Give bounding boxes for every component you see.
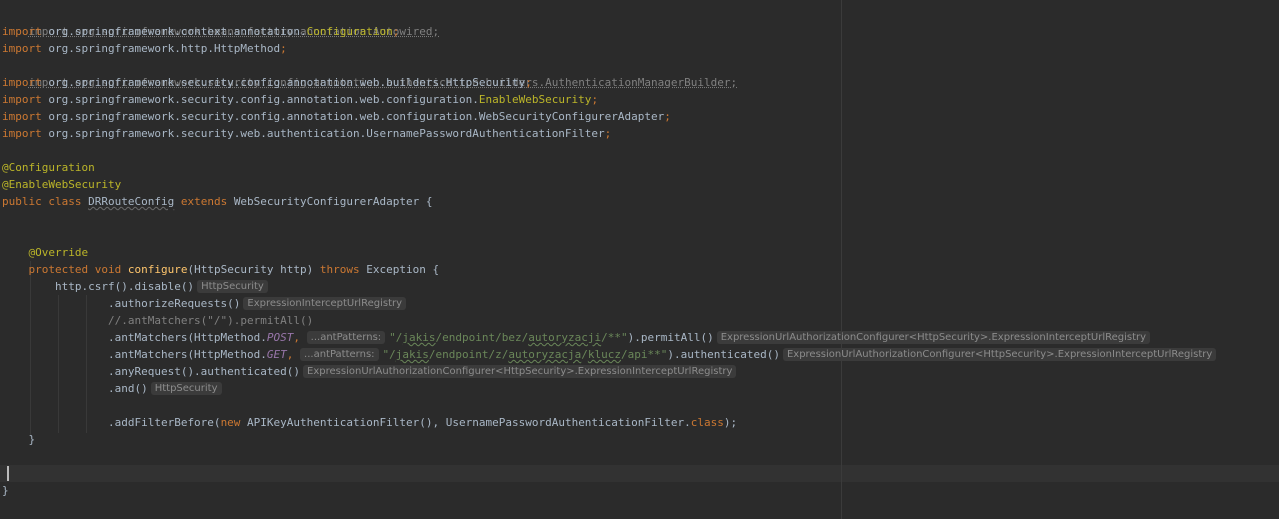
method-name[interactable]: configure (128, 263, 188, 276)
add-filter-call: .addFilterBefore( (107, 416, 221, 429)
csrf-call: http.csrf().disable() (54, 280, 195, 293)
keyword-import: import (2, 127, 42, 140)
code-line-post-matcher[interactable]: .antMatchers(HttpMethod.POST, ...antPatt… (2, 329, 1153, 346)
method-params: (HttpSecurity http) (187, 263, 314, 276)
type-hint: ExpressionUrlAuthorizationConfigurer<Htt… (782, 348, 1217, 361)
annotation-configuration: @Configuration (2, 161, 95, 174)
type-hint: ExpressionUrlAuthorizationConfigurer<Htt… (303, 365, 737, 378)
semicolon: ; (604, 127, 612, 140)
import-path: org.springframework.context.annotation. (48, 25, 307, 38)
type-hint: HttpSecurity (150, 382, 222, 395)
code-line-import[interactable]: import org.springframework.security.conf… (2, 108, 671, 125)
filter-args: APIKeyAuthenticationFilter(), UsernamePa… (240, 416, 691, 429)
keyword-import: import (2, 76, 42, 89)
keyword-throws: throws (319, 263, 360, 276)
import-path: org.springframework.security.config.anno… (48, 76, 526, 89)
import-path: org.springframework.security.config.anno… (48, 110, 665, 123)
text-cursor (7, 466, 9, 481)
method-modifiers: protected void (28, 263, 122, 276)
right-margin-guide (841, 0, 842, 519)
line-comment: //.antMatchers("/").permitAll() (107, 314, 314, 327)
type-hint: ExpressionInterceptUrlRegistry (243, 297, 407, 310)
call-close: ); (723, 416, 738, 429)
code-line-import[interactable]: import org.springframework.http.HttpMeth… (2, 40, 287, 57)
class-modifiers: public class (2, 195, 82, 208)
semicolon: ; (664, 110, 671, 123)
type-hint: HttpSecurity (197, 280, 268, 293)
code-line-comment[interactable]: //.antMatchers("/").permitAll() (2, 312, 313, 329)
semicolon: ; (392, 25, 400, 38)
keyword-import: import (2, 110, 42, 123)
code-line-get-matcher[interactable]: .antMatchers(HttpMethod.GET, ...antPatte… (2, 346, 1219, 363)
type-hint: ExpressionUrlAuthorizationConfigurer<Htt… (716, 331, 1151, 344)
keyword-import: import (2, 93, 42, 106)
code-line-and[interactable]: .and() HttpSecurity (2, 380, 225, 397)
code-line-override[interactable]: @Override (2, 244, 89, 261)
code-line-csrf[interactable]: http.csrf().disable() HttpSecurity (2, 278, 271, 295)
authorize-call: .authorizeRequests() (107, 297, 241, 310)
exception-type: Exception { (366, 263, 440, 276)
import-path: org.springframework.security.config.anno… (48, 93, 479, 106)
authenticated-call: ).authenticated() (667, 348, 780, 361)
code-line-annotation[interactable]: @EnableWebSecurity (2, 176, 121, 193)
matcher-call: .antMatchers(HttpMethod. (107, 348, 267, 361)
import-path: org.springframework.http.HttpMethod (48, 42, 281, 55)
code-editor[interactable]: import org.springframework.beans.factory… (0, 0, 1279, 519)
class-name[interactable]: DRRouteConfig (88, 195, 174, 208)
keyword-import: import (2, 25, 42, 38)
code-line-import[interactable]: import org.springframework.security.conf… (2, 91, 598, 108)
code-line-class-declaration[interactable]: public class DRRouteConfig extends WebSe… (2, 193, 433, 210)
any-request-call: .anyRequest().authenticated() (107, 365, 301, 378)
keyword-new: new (220, 416, 241, 429)
annotation-override: @Override (28, 246, 89, 259)
method-close-brace: } (28, 433, 36, 446)
code-line-import[interactable]: import org.springframework.security.conf… (2, 57, 738, 89)
semicolon: ; (525, 76, 532, 89)
code-line-import[interactable]: import org.springframework.security.conf… (2, 74, 532, 91)
parameter-hint: ...antPatterns: (300, 348, 379, 361)
keyword-extends: extends (180, 195, 228, 208)
url-pattern-string: "/jakis/endpoint/bez/autoryzacji/**" (389, 331, 628, 344)
and-call: .and() (107, 382, 148, 395)
parent-class[interactable]: WebSecurityConfigurerAdapter (234, 195, 419, 208)
code-line-add-filter[interactable]: .addFilterBefore(new APIKeyAuthenticatio… (2, 414, 737, 431)
import-path: org.springframework.security.web.authent… (48, 127, 605, 140)
http-method-get: GET (266, 348, 287, 361)
code-line-import[interactable]: import org.springframework.beans.factory… (2, 6, 440, 38)
keyword-import: import (2, 42, 42, 55)
semicolon: ; (591, 93, 599, 106)
class-open-brace: { (425, 195, 433, 208)
keyword-class: class (690, 416, 724, 429)
code-line-import[interactable]: import org.springframework.security.web.… (2, 125, 611, 142)
code-line-class-close[interactable]: } (2, 482, 9, 499)
code-line-method-signature[interactable]: protected void configure(HttpSecurity ht… (2, 261, 440, 278)
import-annotation-class: EnableWebSecurity (478, 93, 592, 106)
code-line-method-close[interactable]: } (2, 431, 36, 448)
permit-all-call: ).permitAll() (627, 331, 714, 344)
annotation-enable-web-security: @EnableWebSecurity (2, 178, 122, 191)
code-line-authorize-requests[interactable]: .authorizeRequests() ExpressionInterceptU… (2, 295, 409, 312)
code-line-import[interactable]: import org.springframework.context.annot… (2, 23, 399, 40)
code-line-any-request[interactable]: .anyRequest().authenticated() ExpressionU… (2, 363, 739, 380)
url-pattern-string: "/jakis/endpoint/z/autoryzacja/klucz/api… (382, 348, 668, 361)
code-line-annotation[interactable]: @Configuration (2, 159, 95, 176)
semicolon: ; (280, 42, 287, 55)
import-annotation-class: Configuration (306, 25, 393, 38)
matcher-call: .antMatchers(HttpMethod. (107, 331, 267, 344)
class-close-brace: } (2, 484, 9, 497)
http-method-post: POST (266, 331, 294, 344)
current-line-highlight (0, 465, 1279, 482)
parameter-hint: ...antPatterns: (306, 331, 386, 344)
